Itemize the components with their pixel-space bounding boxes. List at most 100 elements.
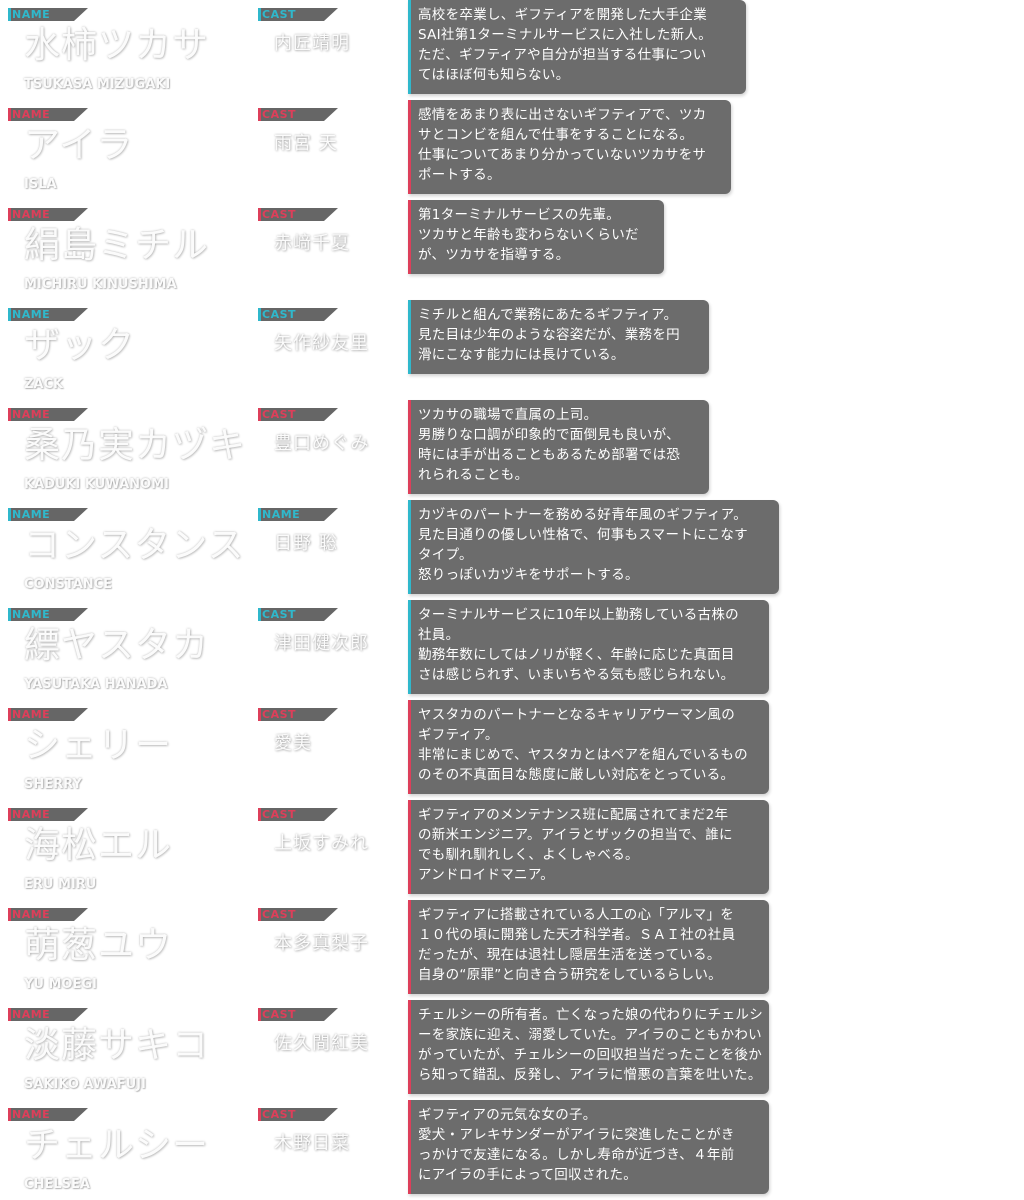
- character-name-english: TSUKASA MIZUGAKI: [24, 77, 171, 92]
- cast-tag: CAST: [258, 108, 338, 121]
- character-name-english: SHERRY: [24, 777, 82, 792]
- name-tag-label: NAME: [12, 1108, 51, 1121]
- character-name-english: SAKIKO AWAFUJI: [24, 1077, 146, 1092]
- cast-tag: NAME: [258, 508, 338, 521]
- name-tag-label: NAME: [12, 408, 51, 421]
- cast-tag-label: CAST: [262, 708, 297, 721]
- name-tag-label: NAME: [12, 908, 51, 921]
- name-tag: NAME: [8, 708, 88, 721]
- cast-tag-label: CAST: [262, 108, 297, 121]
- character-entry: NAME 絹島ミチル MICHIRU KINUSHIMA CAST 赤﨑千夏 第1ターミナ…: [0, 200, 1024, 300]
- character-entry: NAME 淡藤サキコ SAKIKO AWAFUJI CAST 佐久間紅美 チェルシーの所有…: [0, 1000, 1024, 1100]
- character-description: カヅキのパートナーを務める好青年風のギフティア。 見た目通りの優しい性格で、何事…: [408, 500, 779, 594]
- cast-name: 雨宮 天: [274, 133, 338, 154]
- character-name: チェルシー: [24, 1125, 210, 1166]
- character-name-english: KADUKI KUWANOMI: [24, 477, 169, 492]
- cast-name: 上坂すみれ: [274, 833, 369, 854]
- cast-tag: CAST: [258, 408, 338, 421]
- character-description: 感情をあまり表に出さないギフティアで、ツカ サとコンビを組んで仕事をすることにな…: [408, 100, 731, 194]
- name-tag-label: NAME: [12, 208, 51, 221]
- cast-name: 内匠靖明: [274, 33, 350, 54]
- character-name: ザック: [24, 325, 136, 366]
- character-name: アイラ: [24, 125, 134, 166]
- character-name-english: YASUTAKA HANADA: [24, 677, 168, 692]
- name-tag-label: NAME: [12, 1008, 51, 1021]
- name-tag-label: NAME: [12, 108, 51, 121]
- name-tag-label: NAME: [12, 508, 51, 521]
- cast-tag: CAST: [258, 608, 338, 621]
- character-name: シェリー: [24, 725, 173, 766]
- cast-tag-label: CAST: [262, 1108, 297, 1121]
- character-name: 水柿ツカサ: [24, 25, 210, 66]
- cast-name: 矢作紗友里: [274, 333, 369, 354]
- name-tag: NAME: [8, 1008, 88, 1021]
- cast-name: 豊口めぐみ: [274, 433, 370, 454]
- character-entry: NAME コンスタンス CONSTANCE NAME 日野 聡 カヅキのパートナーを務める…: [0, 500, 1024, 600]
- name-tag: NAME: [8, 608, 88, 621]
- character-entry: NAME 海松エル ERU MIRU CAST 上坂すみれ ギフティアのメンテナンス班に配…: [0, 800, 1024, 900]
- character-entry: NAME チェルシー CHELSEA CAST 木野日菜 ギフティアの元気な女の子。 愛犬…: [0, 1100, 1024, 1200]
- character-name-english: CHELSEA: [24, 1177, 90, 1192]
- character-name: 海松エル: [24, 825, 173, 866]
- character-name: 縹ヤスタカ: [24, 625, 210, 666]
- name-tag: NAME: [8, 308, 88, 321]
- character-entry: NAME シェリー SHERRY CAST 愛美 ヤスタカのパートナーとなるキャリアウーマ…: [0, 700, 1024, 800]
- name-tag: NAME: [8, 508, 88, 521]
- character-description: 第1ターミナルサービスの先輩。 ツカサと年齢も変わらないくらいだ が、ツカサを指…: [408, 200, 664, 274]
- cast-tag-label: CAST: [262, 908, 297, 921]
- character-description: 高校を卒業し、ギフティアを開発した大手企業 SAI社第1ターミナルサービスに入社…: [408, 0, 746, 94]
- cast-name: 赤﨑千夏: [274, 233, 350, 254]
- name-tag-label: NAME: [12, 808, 51, 821]
- name-tag: NAME: [8, 1108, 88, 1121]
- character-name: 桑乃実カヅキ: [24, 425, 247, 466]
- name-tag-label: NAME: [12, 608, 51, 621]
- cast-tag: CAST: [258, 8, 338, 21]
- character-name: 淡藤サキコ: [24, 1025, 210, 1066]
- character-description: ギフティアの元気な女の子。 愛犬・アレキサンダーがアイラに突進したことがき っか…: [408, 1100, 769, 1194]
- name-tag: NAME: [8, 908, 88, 921]
- cast-tag-label: CAST: [262, 608, 297, 621]
- cast-tag: CAST: [258, 808, 338, 821]
- cast-tag: CAST: [258, 1108, 338, 1121]
- character-name-english: YU MOEGI: [24, 977, 97, 992]
- cast-name: 愛美: [274, 733, 312, 754]
- cast-tag: CAST: [258, 308, 338, 321]
- character-entry: NAME 縹ヤスタカ YASUTAKA HANADA CAST 津田健次郎 ターミナルサー…: [0, 600, 1024, 700]
- character-name: 絹島ミチル: [24, 225, 210, 266]
- name-tag-label: NAME: [12, 708, 51, 721]
- cast-tag-label: CAST: [262, 308, 297, 321]
- character-name-english: CONSTANCE: [24, 577, 113, 592]
- character-name-english: ISLA: [24, 177, 57, 192]
- character-roster: NAME 水柿ツカサ TSUKASA MIZUGAKI CAST 内匠靖明 高校を卒業し、…: [0, 0, 1024, 1200]
- character-description: ヤスタカのパートナーとなるキャリアウーマン風の ギフティア。 非常にまじめで、ヤ…: [408, 700, 769, 794]
- character-description: ターミナルサービスに10年以上勤務している古株の 社員。 勤務年数にしてはノリが…: [408, 600, 769, 694]
- character-description: ギフティアのメンテナンス班に配属されてまだ2年 の新米エンジニア。アイラとザック…: [408, 800, 769, 894]
- character-name: 萌葱ユウ: [24, 925, 173, 966]
- name-tag: NAME: [8, 408, 88, 421]
- cast-tag: CAST: [258, 708, 338, 721]
- name-tag: NAME: [8, 108, 88, 121]
- cast-tag-label: CAST: [262, 8, 297, 21]
- character-description: ツカサの職場で直属の上司。 男勝りな口調が印象的で面倒見も良いが、 時には手が出…: [408, 400, 709, 494]
- cast-name: 津田健次郎: [274, 633, 369, 654]
- cast-name: 本多真梨子: [274, 933, 369, 954]
- character-entry: NAME 桑乃実カヅキ KADUKI KUWANOMI CAST 豊口めぐみ ツカサの職場…: [0, 400, 1024, 500]
- cast-name: 日野 聡: [274, 533, 338, 554]
- character-description: チェルシーの所有者。亡くなった娘の代わりにチェルシ ーを家族に迎え、溺愛していた…: [408, 1000, 769, 1094]
- character-entry: NAME ザック ZACK CAST 矢作紗友里 ミチルと組んで業務にあたるギフティア。 …: [0, 300, 1024, 400]
- name-tag: NAME: [8, 8, 88, 21]
- character-description: ギフティアに搭載されている人工の心「アルマ」を １０代の頃に開発した天才科学者。…: [408, 900, 769, 994]
- cast-tag: CAST: [258, 1008, 338, 1021]
- character-name-english: ERU MIRU: [24, 877, 97, 892]
- cast-tag-label: CAST: [262, 1008, 297, 1021]
- character-entry: NAME アイラ ISLA CAST 雨宮 天 感情をあまり表に出さないギフティアで、ツカ…: [0, 100, 1024, 200]
- cast-tag: CAST: [258, 908, 338, 921]
- name-tag: NAME: [8, 208, 88, 221]
- character-entry: NAME 萌葱ユウ YU MOEGI CAST 本多真梨子 ギフティアに搭載されている人工…: [0, 900, 1024, 1000]
- name-tag-label: NAME: [12, 308, 51, 321]
- character-entry: NAME 水柿ツカサ TSUKASA MIZUGAKI CAST 内匠靖明 高校を卒業し、…: [0, 0, 1024, 100]
- cast-tag: CAST: [258, 208, 338, 221]
- cast-name: 佐久間紅美: [274, 1033, 369, 1054]
- character-name-english: ZACK: [24, 377, 64, 392]
- character-name: コンスタンス: [24, 525, 245, 566]
